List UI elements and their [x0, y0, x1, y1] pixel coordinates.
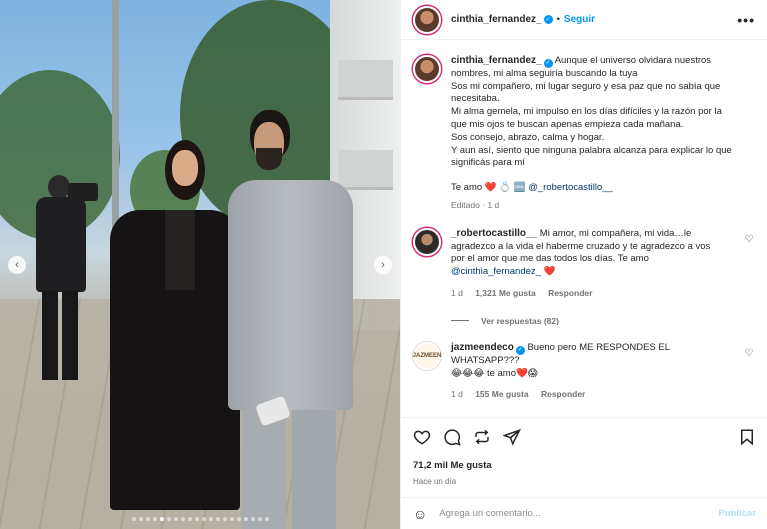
- comment-emoji: ❤️: [543, 266, 556, 278]
- chevron-right-icon: ›: [381, 259, 385, 271]
- post-photo: ‹ ›: [0, 0, 400, 529]
- caption-line: que mis ojos te buscan apenas empieza ca…: [451, 119, 684, 131]
- caption-line: Sos mi compañero, mi lugar seguro y esa …: [451, 80, 721, 92]
- man: [228, 110, 353, 529]
- commenter-username[interactable]: _robertocastillo__: [451, 228, 537, 239]
- building-window: [338, 60, 393, 100]
- caption-line: Aunque el universo olvidara nuestros: [554, 55, 712, 66]
- caption-line: significás para mí: [451, 157, 525, 169]
- caption-line: Mi alma gemela, mi impulso en los días d…: [451, 106, 722, 118]
- add-comment-bar: ☺ Agrega un comentario... Publicar: [401, 497, 767, 529]
- comment-text: agradezco a la vida el haberme cruzado y…: [451, 240, 711, 252]
- publish-button[interactable]: Publicar: [719, 508, 757, 519]
- caption-line: Sos consejo, abrazo, calma y hogar.: [451, 131, 605, 143]
- caption-mention[interactable]: @_robertocastillo__: [528, 182, 613, 193]
- comments-scroll[interactable]: cinthia_fernandez_ ✓ Aunque el universo o…: [401, 41, 767, 417]
- post-header: cinthia_fernandez_ ✓ • Seguir •••: [401, 0, 767, 40]
- emoji-picker-icon[interactable]: ☺: [413, 506, 427, 522]
- caption-line: necesitaba.: [451, 93, 500, 105]
- comment-text: por el amor que me das todos los días. T…: [451, 253, 649, 265]
- author-username[interactable]: cinthia_fernandez_: [451, 14, 542, 25]
- more-options-icon[interactable]: •••: [737, 12, 755, 28]
- comment-like-heart-icon[interactable]: ♡: [742, 228, 756, 300]
- share-send-icon[interactable]: [503, 428, 521, 446]
- avatar-logo-text: JAZMEEN: [412, 352, 442, 359]
- commenter-username[interactable]: jazmeendeco: [451, 342, 514, 353]
- comment-time: 1 d: [451, 288, 463, 299]
- like-heart-icon[interactable]: [413, 428, 431, 446]
- caption-line: nombres, mi alma seguiría buscando la tu…: [451, 67, 638, 79]
- post-details-panel: cinthia_fernandez_ ✓ • Seguir ••• cinthi…: [400, 0, 767, 529]
- verified-badge-icon: ✓: [515, 345, 525, 355]
- replies-line: [451, 320, 469, 322]
- comment-body: jazmeendeco ✓ Bueno pero ME RESPONDES EL …: [451, 342, 736, 401]
- repost-icon[interactable]: [473, 428, 491, 446]
- author-avatar[interactable]: [413, 5, 441, 34]
- edited-label: Editado: [451, 200, 480, 211]
- camera-operator: [30, 175, 98, 385]
- edited-time: 1 d: [487, 200, 500, 211]
- comment-bubble-icon[interactable]: [443, 428, 461, 446]
- comment-like-heart-icon[interactable]: ♡: [742, 342, 756, 401]
- comment-text: Mi amor, mi compañera, mi vida…le: [539, 227, 692, 239]
- caption-username[interactable]: cinthia_fernandez_: [451, 55, 542, 66]
- post-time-ago: Hace un día: [413, 477, 457, 486]
- comment-likes[interactable]: 1,321 Me gusta: [475, 288, 535, 298]
- comment-input[interactable]: Agrega un comentario...: [439, 508, 540, 519]
- comment-text: 😂😂😂 te amo❤️😱: [451, 367, 538, 379]
- view-replies-button[interactable]: Ver respuestas (82): [451, 316, 767, 326]
- commenter-avatar[interactable]: JAZMEEN: [412, 341, 442, 370]
- woman: [110, 140, 240, 529]
- caption-signoff: Te amo: [451, 182, 483, 194]
- bookmark-icon[interactable]: [738, 428, 756, 446]
- comment-likes[interactable]: 155 Me gusta: [475, 389, 528, 399]
- header-separator: •: [556, 14, 560, 25]
- carousel-dots: [0, 517, 400, 521]
- post-likes-count[interactable]: 71,2 mil Me gusta: [413, 460, 756, 471]
- comment-time: 1 d: [451, 389, 463, 400]
- comment-mention[interactable]: @cinthia_fernandez_: [451, 266, 541, 277]
- reply-button[interactable]: Responder: [541, 389, 585, 399]
- verified-badge-icon: ✓: [543, 15, 553, 24]
- comment-body: _robertocastillo__ Mi amor, mi compañera…: [451, 228, 736, 300]
- commenter-avatar[interactable]: [413, 227, 441, 256]
- reply-button[interactable]: Responder: [548, 288, 592, 298]
- instagram-post-window: ‹ › cinthia_fernandez_ ✓ • Seguir ••• ci…: [0, 0, 767, 529]
- post-actions: 71,2 mil Me gusta Hace un día: [401, 417, 767, 486]
- follow-button[interactable]: Seguir: [564, 14, 595, 25]
- caption: cinthia_fernandez_ ✓ Aunque el universo o…: [401, 41, 767, 212]
- chevron-left-icon: ‹: [15, 259, 19, 271]
- caption-avatar[interactable]: [413, 55, 441, 83]
- previous-photo-button[interactable]: ‹: [8, 256, 26, 274]
- comment: JAZMEEN jazmeendeco ✓ Bueno pero ME RESPO…: [401, 341, 767, 401]
- caption-emojis: ❤️ 💍 🆒: [484, 182, 526, 194]
- caption-body: cinthia_fernandez_ ✓ Aunque el universo o…: [451, 55, 732, 212]
- next-photo-button[interactable]: ›: [374, 256, 392, 274]
- verified-badge-icon: ✓: [543, 58, 553, 68]
- view-replies-label[interactable]: Ver respuestas (82): [481, 316, 559, 326]
- edited-separator: ·: [482, 200, 486, 211]
- comment: _robertocastillo__ Mi amor, mi compañera…: [401, 227, 767, 300]
- caption-line: Y aun así, siento que ninguna palabra al…: [451, 144, 732, 156]
